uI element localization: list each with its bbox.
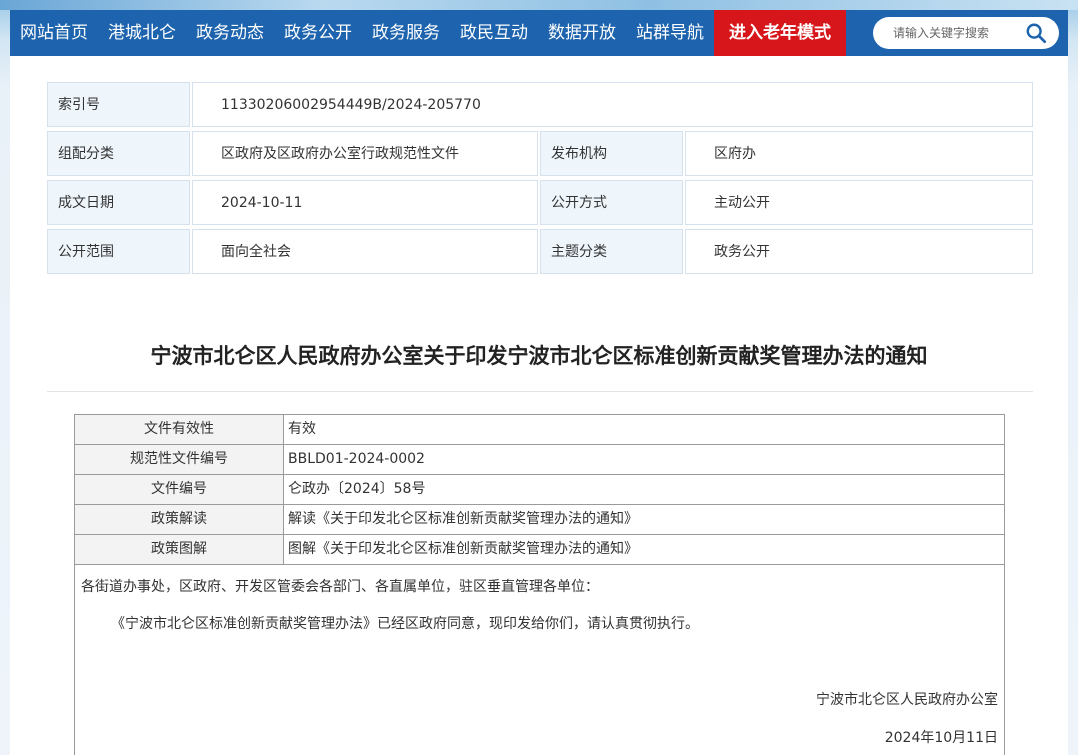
meta-row-date: 成文日期 2024-10-11 公开方式 主动公开 <box>47 180 1033 227</box>
validity-value: 有效 <box>288 421 316 437</box>
policy-graphic-label: 政策图解 <box>75 535 284 564</box>
salutation: 各街道办事处，区政府、开发区管委会各部门、各直属单位，驻区垂直管理各单位： <box>81 579 599 595</box>
nav-government-services[interactable]: 政务服务 <box>362 10 450 56</box>
meta-row-index: 索引号 11330206002954449B/2024-205770 <box>47 82 1033 129</box>
normative-number-label: 规范性文件编号 <box>75 445 284 474</box>
normative-number-value: BBLD01-2024-0002 <box>288 451 425 467</box>
search-icon[interactable] <box>1025 22 1047 44</box>
policy-interpretation-label: 政策解读 <box>75 505 284 534</box>
table-row: 政策图解 图解《关于印发北仑区标准创新贡献奖管理办法的通知》 <box>75 535 1004 565</box>
date-value: 2024-10-11 <box>192 180 538 225</box>
scope-value: 面向全社会 <box>192 229 538 274</box>
publisher-value: 区府办 <box>685 131 1033 176</box>
publisher-label: 发布机构 <box>540 131 683 176</box>
table-row: 政策解读 解读《关于印发北仑区标准创新贡献奖管理办法的通知》 <box>75 505 1004 535</box>
table-row: 规范性文件编号 BBLD01-2024-0002 <box>75 445 1004 475</box>
top-banner <box>0 0 1078 10</box>
document-table: 文件有效性 有效 规范性文件编号 BBLD01-2024-0002 文件编号 仑… <box>74 414 1005 755</box>
sign-date: 2024年10月11日 <box>884 730 998 746</box>
nav-site-navigation[interactable]: 站群导航 <box>626 10 714 56</box>
meta-row-scope: 公开范围 面向全社会 主题分类 政务公开 <box>47 229 1033 276</box>
body-paragraph: 《宁波市北仑区标准创新贡献奖管理办法》已经区政府同意，现印发给你们，请认真贯彻执… <box>111 616 699 632</box>
nav-government-news[interactable]: 政务动态 <box>186 10 274 56</box>
nav-home[interactable]: 网站首页 <box>10 10 98 56</box>
signature: 宁波市北仑区人民政府办公室 <box>816 692 998 708</box>
policy-interpretation-link[interactable]: 解读《关于印发北仑区标准创新贡献奖管理办法的通知》 <box>288 505 638 534</box>
article-title: 宁波市北仑区人民政府办公室关于印发宁波市北仑区标准创新贡献奖管理办法的通知 <box>150 344 928 368</box>
search-input[interactable] <box>891 18 1025 48</box>
content-page: 索引号 11330206002954449B/2024-205770 组配分类 … <box>10 56 1068 755</box>
title-divider <box>47 391 1033 392</box>
method-label: 公开方式 <box>540 180 683 225</box>
main-nav: 网站首页 港城北仑 政务动态 政务公开 政务服务 政民互动 数据开放 站群导航 … <box>10 10 1068 56</box>
category-value: 区政府及区政府办公室行政规范性文件 <box>192 131 538 176</box>
policy-graphic-link[interactable]: 图解《关于印发北仑区标准创新贡献奖管理办法的通知》 <box>288 535 638 564</box>
elder-mode-button[interactable]: 进入老年模式 <box>714 10 846 56</box>
document-number-value: 仑政办〔2024〕58号 <box>288 481 426 497</box>
scope-label: 公开范围 <box>47 229 190 274</box>
category-label: 组配分类 <box>47 131 190 176</box>
validity-label: 文件有效性 <box>75 415 284 444</box>
nav-government-disclosure[interactable]: 政务公开 <box>274 10 362 56</box>
table-row: 文件有效性 有效 <box>75 415 1004 445</box>
method-value: 主动公开 <box>685 180 1033 225</box>
nav-open-data[interactable]: 数据开放 <box>538 10 626 56</box>
topic-label: 主题分类 <box>540 229 683 274</box>
search-box <box>873 17 1059 49</box>
index-label: 索引号 <box>47 82 190 127</box>
topic-value: 政务公开 <box>685 229 1033 274</box>
date-label: 成文日期 <box>47 180 190 225</box>
document-number-label: 文件编号 <box>75 475 284 504</box>
table-row: 文件编号 仑政办〔2024〕58号 <box>75 475 1004 505</box>
nav-public-interaction[interactable]: 政民互动 <box>450 10 538 56</box>
meta-row-category: 组配分类 区政府及区政府办公室行政规范性文件 发布机构 区府办 <box>47 131 1033 178</box>
nav-gangcheng-beilun[interactable]: 港城北仑 <box>98 10 186 56</box>
index-value: 11330206002954449B/2024-205770 <box>192 82 1033 127</box>
